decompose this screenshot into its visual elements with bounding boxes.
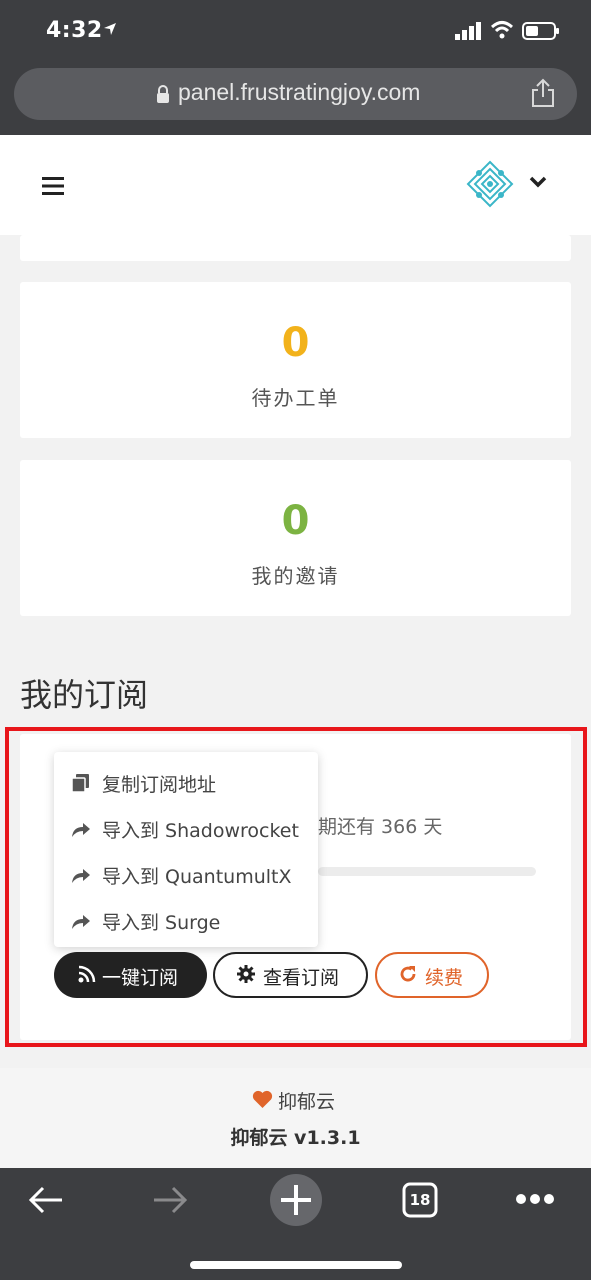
url-text[interactable]: panel.frustratingjoy.com: [178, 79, 420, 106]
my-invites-card[interactable]: 0 我的邀请: [20, 460, 571, 616]
location-arrow-icon: [104, 23, 116, 35]
share-arrow-icon: [72, 915, 90, 929]
forward-arrow-icon[interactable]: [152, 1185, 188, 1215]
subscribe-dropdown-menu: 复制订阅地址 导入到 Shadowrocket 导入到 QuantumultX …: [54, 752, 318, 947]
share-arrow-icon: [72, 823, 90, 837]
footer-version: 抑郁云 v1.3.1: [230, 1127, 361, 1149]
heart-icon: [252, 1090, 273, 1108]
avatar[interactable]: [466, 160, 514, 208]
share-icon[interactable]: [530, 78, 556, 108]
page-footer: [0, 1068, 591, 1168]
usage-progress-bar: [318, 867, 536, 876]
pending-tickets-count: 0: [281, 320, 310, 366]
menu-item-import-quantumultx[interactable]: 导入到 QuantumultX: [54, 852, 318, 896]
menu-item-label: 复制订阅地址: [102, 774, 217, 796]
renew-button-label: 续费: [425, 967, 464, 989]
one-click-subscribe-button[interactable]: 一键订阅: [54, 952, 207, 998]
menu-item-label: 导入到 QuantumultX: [102, 866, 292, 888]
expiry-text: 期还有 366 天: [318, 816, 443, 838]
my-invites-count: 0: [281, 498, 310, 544]
share-arrow-icon: [72, 869, 90, 883]
new-tab-plus-icon[interactable]: [270, 1174, 322, 1226]
pending-tickets-card[interactable]: 0 待办工单: [20, 282, 571, 438]
rss-icon: [78, 965, 96, 983]
subscribe-button-label: 一键订阅: [102, 967, 179, 989]
view-button-label: 查看订阅: [263, 967, 340, 989]
menu-item-import-shadowrocket[interactable]: 导入到 Shadowrocket: [54, 806, 318, 850]
lock-icon: [157, 85, 169, 103]
back-arrow-icon[interactable]: [28, 1185, 64, 1215]
my-invites-label: 我的邀请: [251, 564, 340, 588]
section-title-my-subscription: 我的订阅: [20, 676, 149, 714]
tab-count: 18: [409, 1191, 431, 1209]
menu-item-copy-subscription[interactable]: 复制订阅地址: [54, 760, 318, 804]
footer-brand: 抑郁云: [278, 1091, 336, 1113]
status-time: 4:32: [46, 18, 103, 43]
home-indicator: [190, 1261, 402, 1269]
view-subscription-button[interactable]: 查看订阅: [213, 952, 368, 998]
copy-icon: [71, 774, 89, 792]
gear-icon: [237, 965, 255, 983]
menu-item-label: 导入到 Surge: [102, 912, 221, 934]
menu-item-label: 导入到 Shadowrocket: [102, 820, 299, 842]
battery-icon: [522, 22, 559, 40]
previous-card-bottom: [20, 235, 571, 261]
more-icon[interactable]: [515, 1192, 555, 1206]
refresh-icon: [400, 966, 416, 982]
renew-button[interactable]: 续费: [375, 952, 489, 998]
wifi-icon: [490, 21, 514, 39]
pending-tickets-label: 待办工单: [251, 386, 340, 410]
hamburger-icon[interactable]: [42, 176, 64, 196]
menu-item-import-surge[interactable]: 导入到 Surge: [54, 898, 318, 942]
chevron-down-icon[interactable]: [529, 175, 547, 189]
signal-icon: [455, 22, 481, 40]
